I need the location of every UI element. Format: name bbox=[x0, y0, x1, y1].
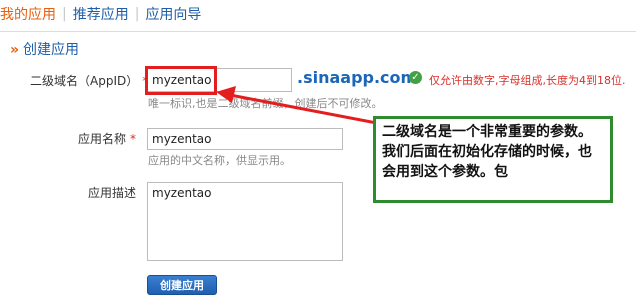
arrow-shaft bbox=[229, 93, 383, 126]
arrow-head bbox=[216, 86, 236, 103]
annotation-callout: 二级域名是一个非常重要的参数。我们后面在初始化存储的时候，也会用到这个参数。包 bbox=[373, 116, 613, 203]
